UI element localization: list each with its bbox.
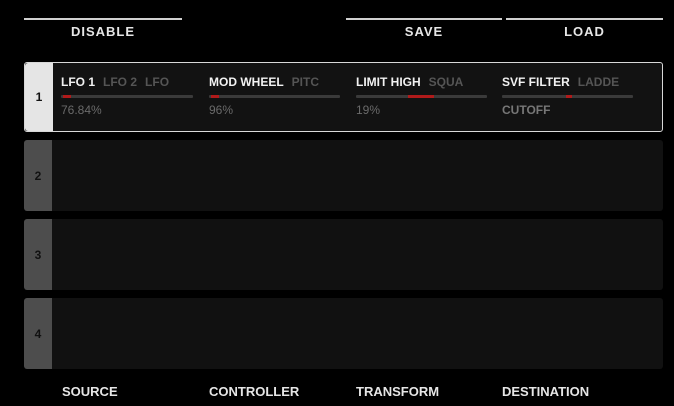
transform-value: 19% bbox=[356, 103, 381, 117]
slot-body: LFO 1 LFO 2 LFO 76.84% MOD WHEEL PITC 96% bbox=[53, 63, 662, 131]
destination-selected: SVF FILTER bbox=[502, 75, 570, 89]
mod-slot-4[interactable]: 4 bbox=[24, 298, 663, 369]
slot-number: 1 bbox=[25, 63, 53, 131]
destination-amount-track[interactable] bbox=[502, 95, 633, 98]
source-selected: LFO 1 bbox=[61, 75, 96, 89]
disable-underline bbox=[24, 18, 182, 20]
save-button[interactable]: SAVE bbox=[346, 24, 502, 39]
footer-controller-label: CONTROLLER bbox=[209, 384, 300, 399]
slot-body bbox=[52, 219, 663, 290]
controller-amount-marker bbox=[211, 95, 219, 98]
destination-selector[interactable]: SVF FILTER LADDE CUTOFF bbox=[502, 63, 633, 131]
source-value: 76.84% bbox=[61, 103, 102, 117]
destination-value: CUTOFF bbox=[502, 103, 551, 117]
controller-selected: MOD WHEEL bbox=[209, 75, 284, 89]
controller-next: PITC bbox=[291, 75, 320, 89]
controller-amount-track[interactable] bbox=[209, 95, 340, 98]
destination-next: LADDE bbox=[577, 75, 620, 89]
transform-amount-track[interactable] bbox=[356, 95, 487, 98]
controller-options: MOD WHEEL PITC bbox=[209, 75, 319, 89]
slot-number: 2 bbox=[24, 140, 52, 211]
slot-body bbox=[52, 140, 663, 211]
transform-next: SQUA bbox=[428, 75, 464, 89]
save-underline bbox=[346, 18, 502, 20]
disable-button[interactable]: DISABLE bbox=[24, 24, 182, 39]
source-amount-marker bbox=[63, 95, 71, 98]
slot-number: 3 bbox=[24, 219, 52, 290]
transform-amount-marker bbox=[408, 95, 434, 98]
load-button[interactable]: LOAD bbox=[506, 24, 663, 39]
mod-slot-2[interactable]: 2 bbox=[24, 140, 663, 211]
destination-amount-marker bbox=[566, 95, 572, 98]
mod-slot-3[interactable]: 3 bbox=[24, 219, 663, 290]
slot-number: 4 bbox=[24, 298, 52, 369]
footer-source-label: SOURCE bbox=[62, 384, 118, 399]
controller-selector[interactable]: MOD WHEEL PITC 96% bbox=[209, 63, 340, 131]
controller-value: 96% bbox=[209, 103, 234, 117]
footer-destination-label: DESTINATION bbox=[502, 384, 590, 399]
slot-body bbox=[52, 298, 663, 369]
source-options: LFO 1 LFO 2 LFO bbox=[61, 75, 169, 89]
footer-transform-label: TRANSFORM bbox=[356, 384, 440, 399]
transform-options: LIMIT HIGH SQUA bbox=[356, 75, 463, 89]
transform-selector[interactable]: LIMIT HIGH SQUA 19% bbox=[356, 63, 487, 131]
source-next2: LFO bbox=[145, 75, 170, 89]
transform-selected: LIMIT HIGH bbox=[356, 75, 421, 89]
source-next: LFO 2 bbox=[103, 75, 138, 89]
destination-options: SVF FILTER LADDE bbox=[502, 75, 619, 89]
source-amount-track[interactable] bbox=[61, 95, 193, 98]
load-underline bbox=[506, 18, 663, 20]
mod-slot-1[interactable]: 1 LFO 1 LFO 2 LFO 76.84% MOD WHEEL PITC bbox=[24, 62, 663, 132]
source-selector[interactable]: LFO 1 LFO 2 LFO 76.84% bbox=[61, 63, 193, 131]
